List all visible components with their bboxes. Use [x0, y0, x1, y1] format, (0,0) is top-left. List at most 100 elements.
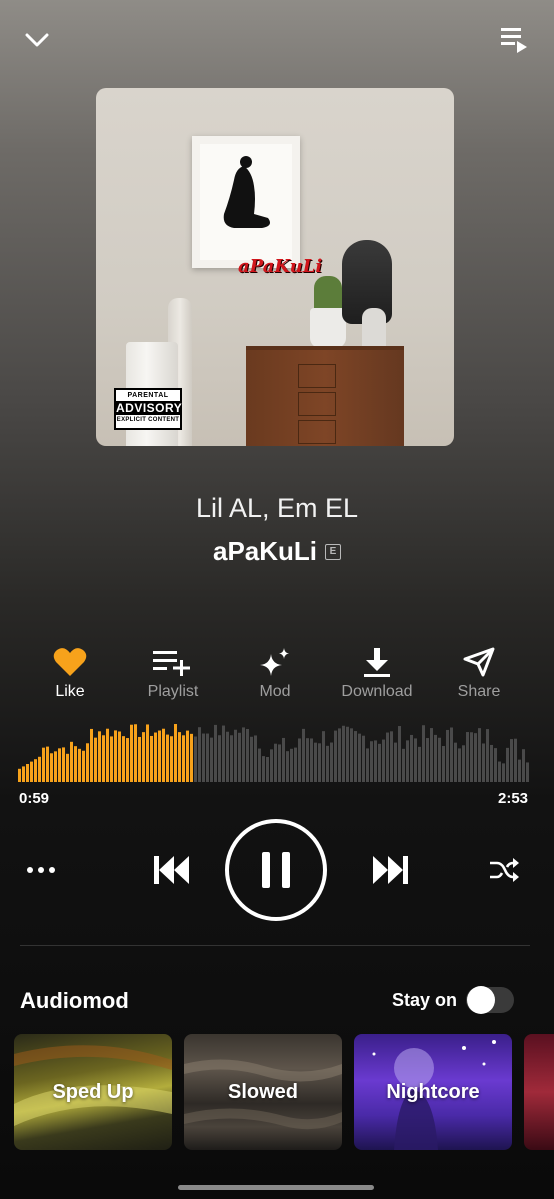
download-button[interactable]: Download	[327, 645, 427, 701]
waveform-bar	[34, 759, 37, 782]
mod-card-label: Nightcore	[386, 1080, 480, 1103]
waveform-bar	[102, 735, 105, 782]
waveform-bar	[154, 732, 157, 782]
mod-button[interactable]: Mod	[225, 645, 325, 701]
waveform-bar	[498, 761, 501, 782]
dresser	[246, 346, 404, 446]
waveform-bar	[30, 761, 33, 782]
home-indicator	[178, 1185, 374, 1190]
waveform-bar	[462, 745, 465, 782]
share-icon	[463, 647, 495, 677]
waveform-bar	[302, 728, 305, 782]
total-time: 2:53	[498, 790, 529, 807]
waveform-bar	[430, 728, 433, 782]
like-button[interactable]: Like	[20, 645, 120, 701]
more-options-button[interactable]	[24, 858, 58, 882]
waveform-bar	[514, 738, 517, 782]
waveform-bar	[198, 727, 201, 782]
waveform-bar	[270, 749, 273, 782]
waveform-bar	[202, 733, 205, 782]
waveform-bar	[46, 746, 49, 782]
waveform-bar	[298, 738, 301, 782]
waveform-bar	[158, 730, 161, 782]
waveform-bar	[402, 748, 405, 782]
next-button[interactable]	[370, 850, 412, 890]
waveform-bar	[114, 730, 117, 782]
waveform-bar	[346, 726, 349, 782]
like-label: Like	[55, 683, 85, 700]
waveform-bar	[290, 748, 293, 782]
album-cover[interactable]: aPaKuLi PARENTAL ADVISORY EXPLICIT CONTE…	[96, 88, 454, 446]
waveform-bar	[250, 736, 253, 782]
mod-card-slowed[interactable]: Slowed	[184, 1034, 342, 1150]
waveform-bar	[474, 733, 477, 782]
shuffle-button[interactable]	[486, 854, 522, 886]
waveform-bar	[510, 739, 513, 782]
waveform-bar	[526, 762, 529, 782]
waveform-bar	[338, 728, 341, 782]
cover-frame	[192, 136, 300, 268]
waveform-bar	[490, 744, 493, 782]
share-label: Share	[457, 683, 501, 700]
stay-on-label: Stay on	[392, 990, 458, 1010]
waveform-bar	[38, 756, 41, 782]
waveform-bar	[82, 750, 85, 782]
waveform-bar	[66, 753, 69, 782]
stay-on-toggle[interactable]	[466, 986, 514, 1014]
audiomod-title: Audiomod	[20, 988, 129, 1013]
waveform-bar	[354, 731, 357, 782]
waveform-bar	[494, 748, 497, 782]
waveform-bar	[242, 727, 245, 782]
mod-card-nightcore[interactable]: Nightcore	[354, 1034, 512, 1150]
divider	[20, 945, 530, 946]
waveform-bar	[274, 743, 277, 782]
artist-name[interactable]: Lil AL, Em EL	[0, 493, 554, 524]
waveform-bar	[506, 747, 509, 782]
waveform-bar	[210, 737, 213, 782]
mod-card-sped-up[interactable]: Sped Up	[14, 1034, 172, 1150]
mod-card-partial[interactable]	[524, 1034, 554, 1150]
waveform-bar	[434, 734, 437, 782]
waveform-bar	[418, 746, 421, 782]
download-icon	[364, 648, 390, 677]
waveform-bar	[174, 724, 177, 782]
waveform-bar	[78, 748, 81, 782]
playlist-button[interactable]: Playlist	[123, 645, 223, 701]
waveform-bar	[254, 735, 257, 782]
queue-button[interactable]	[498, 24, 530, 54]
collapse-button[interactable]	[22, 26, 52, 54]
pause-icon	[225, 819, 327, 921]
share-button[interactable]: Share	[429, 645, 529, 701]
title-row: aPaKuLi E	[0, 536, 554, 567]
skip-previous-icon	[154, 856, 189, 884]
waveform-bar	[398, 726, 401, 782]
playlist-label: Playlist	[147, 683, 199, 700]
waveform-bar	[166, 734, 169, 782]
waveform-bar	[342, 725, 345, 782]
previous-button[interactable]	[150, 850, 192, 890]
cover-art-title: aPaKuLi	[238, 256, 323, 277]
waveform-bar	[234, 729, 237, 782]
waveform-bar	[262, 756, 265, 782]
waveform-bar	[98, 731, 101, 782]
waveform-bar	[94, 737, 97, 782]
waveform-bar	[226, 731, 229, 782]
waveform-bar	[314, 742, 317, 782]
waveform-bar	[390, 731, 393, 782]
waveform-bar	[502, 763, 505, 782]
waveform-bar	[386, 732, 389, 782]
pause-button[interactable]	[224, 818, 328, 922]
song-title: aPaKuLi	[212, 536, 318, 566]
waveform-bar	[358, 733, 361, 782]
chevron-down-icon	[25, 33, 49, 47]
waveform-bar	[50, 753, 53, 782]
waveform-bar	[470, 732, 473, 782]
waveform-bar	[322, 731, 325, 782]
waveform-scrubber[interactable]	[18, 722, 530, 782]
waveform-bar	[442, 745, 445, 782]
waveform-bar	[190, 733, 193, 782]
waveform-bar	[306, 738, 309, 782]
waveform-bar	[310, 738, 313, 782]
waveform-bar	[146, 724, 149, 782]
waveform-bar	[86, 743, 89, 782]
